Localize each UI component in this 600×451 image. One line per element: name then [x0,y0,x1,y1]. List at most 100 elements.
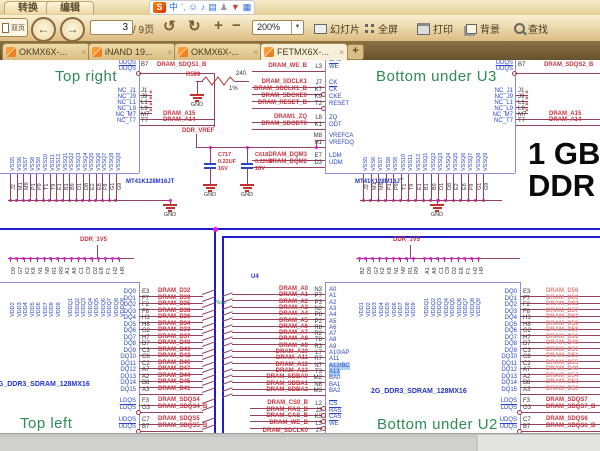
zoom-in-button[interactable]: + [214,17,223,34]
vss-pin-number: J2 [364,184,370,190]
vss-pin-name: VSSQ5 [453,153,459,171]
vss-pin-number: G9 [117,183,123,190]
vddq-pin-name: VDDQ2 [431,298,437,317]
fullscreen-button[interactable]: 全屏 [365,21,398,36]
wire [23,174,24,200]
new-tab-button[interactable]: + [347,44,364,60]
horizontal-scrollbar[interactable] [0,433,600,451]
pin-number: T7 [141,118,148,125]
vdd-pin-number: R9 [59,267,65,274]
background-button[interactable]: 背景 [466,21,500,36]
slideshow-button[interactable]: 幻灯片 [314,21,360,36]
vss-pin-name: VSSQ2 [431,153,437,171]
junction-dot [457,257,460,260]
junction-dot [443,257,446,260]
vss-pin-name: VSS10 [43,154,49,171]
person-icon[interactable]: ♟ [220,2,228,13]
pin-name: ODT [329,122,342,129]
junction-dot [378,257,381,260]
pin-name: VREFDQ [329,140,354,147]
close-icon[interactable]: × [253,48,258,57]
keyboard-icon[interactable]: ▤ [208,2,217,13]
grid-icon[interactable]: ▦ [243,2,252,13]
vdd-pin-number: R1 [52,267,58,274]
scrollbar-thumb[interactable] [478,435,600,451]
vss-pin-number: T1 [402,184,408,190]
lang-icon[interactable]: 中 [169,2,178,13]
prev-page-button[interactable]: ← [31,17,56,42]
pin-number: B7 [518,62,525,69]
pdf-file-icon [178,47,188,57]
find-button[interactable]: 查找 [514,21,548,36]
vdd-pin-number: N9 [401,267,407,274]
wire [430,204,444,206]
close-icon[interactable]: × [81,48,86,57]
vss-pin-name: VSS10 [401,154,407,171]
wire [393,174,394,200]
zoom-out-button[interactable]: − [232,17,241,34]
document-tab-3[interactable]: OKMX6X-...× [174,43,262,60]
wire [247,147,248,163]
vss-pin-name: VSS8 [30,157,36,171]
next-page-button[interactable]: → [60,17,85,42]
sogou-logo-icon[interactable]: S [153,2,166,13]
pin-number: K9 [309,94,322,101]
document-tab-2[interactable]: iNAND 19...× [88,43,176,60]
pin-number: J7 [309,80,322,87]
pin-name: LDQS [486,398,517,405]
scrollbar-track[interactable] [0,437,476,451]
document-tab-4[interactable]: FETMX6X-...× [260,43,348,60]
pin-name: CK [329,87,337,94]
wire [17,174,18,200]
chevron-down-icon[interactable]: ▼ [291,21,303,34]
vdd-pin-number: F1 [466,268,472,274]
document-canvas[interactable]: Top rightBottom under U3Top leftBottom u… [0,60,600,433]
clothes-icon[interactable]: ▼ [231,2,240,13]
vdd-pin-name: VDD9 [56,302,62,317]
vdd-pin-number: R1 [408,267,414,274]
junction-dot [385,257,388,260]
undo-icon[interactable]: ↺ [163,17,176,35]
page-number-input[interactable]: 3 [90,20,133,35]
document-tab-1[interactable]: OKMX6X-...× [2,43,90,60]
vdd-pin-number: N1 [394,267,400,274]
menu-tab-convert[interactable]: 转换 [4,1,52,14]
mic-icon[interactable]: ♪ [201,2,206,13]
close-icon[interactable]: × [339,48,344,57]
menu-tab-edit[interactable]: 编辑 [46,1,94,14]
vss-pin-number: E2 [454,183,460,190]
section-title-top-left: Top left [20,415,72,432]
close-icon[interactable]: × [167,48,172,57]
junction-dot [423,257,426,260]
pin-number: B7 [142,424,149,431]
vddq-pin-name: VDDQ2 [75,298,81,317]
punct-icon[interactable]: ’, [181,2,186,13]
wire [63,174,64,200]
dual-page-button[interactable]: 双页 [0,18,28,37]
vdd-pin-number: G7 [374,267,380,274]
wire [515,125,600,126]
pdf-file-icon [92,47,102,57]
vdd-pin-name: VDD4 [23,302,29,317]
wire [109,174,110,200]
junction-dot [429,257,432,260]
vss-pin-number: E1 [417,183,423,190]
junction-dot [63,257,66,260]
wire [416,174,417,200]
vdd-pin-number: E8 [99,267,105,274]
wire [252,129,325,130]
vss-pin-number: G1 [477,183,483,190]
emoji-icon[interactable]: ☺ [189,2,198,13]
vss-pin-number: D8 [447,183,453,190]
zoom-level-select[interactable]: 200% ▼ [252,20,304,35]
redo-icon[interactable]: ↻ [188,17,201,35]
wire [520,431,600,432]
net-label: DRAM_SDQS6_B [546,423,595,430]
print-button[interactable]: 打印 [417,21,453,36]
pin-number: K7 [309,87,322,94]
vdd-pin-number: K2 [25,267,31,274]
bus-junction-dot [213,227,218,232]
wire [203,184,217,186]
ime-toolbar[interactable]: S 中’,☺♪▤♟▼▦ [149,0,255,15]
capacity-text: DDR [528,168,595,204]
